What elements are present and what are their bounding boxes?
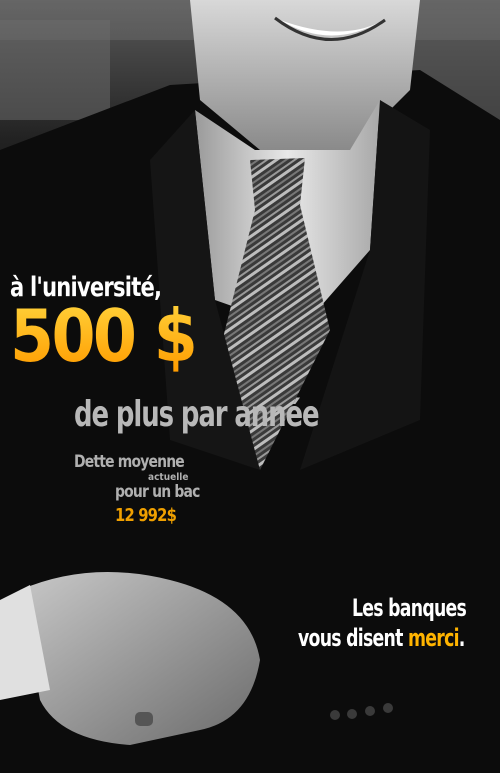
poster: à l'université, 500 $ de plus par année … — [0, 0, 500, 773]
photo-man-in-suit — [0, 0, 500, 773]
slogan-prefix: vous disent — [298, 624, 408, 652]
slogan-line1: Les banques — [352, 594, 467, 622]
debt-degree: pour un bac — [115, 482, 200, 502]
headline-amount: 500 $ — [10, 294, 198, 378]
debt-label: Dette moyenne — [74, 452, 185, 472]
headline-per-year: de plus par année — [74, 394, 320, 435]
slogan-end: . — [458, 624, 466, 652]
debt-amount: 12 992$ — [115, 505, 177, 526]
slogan-highlight: merci — [407, 624, 460, 652]
slogan-line2: vous disent merci. — [298, 624, 465, 652]
